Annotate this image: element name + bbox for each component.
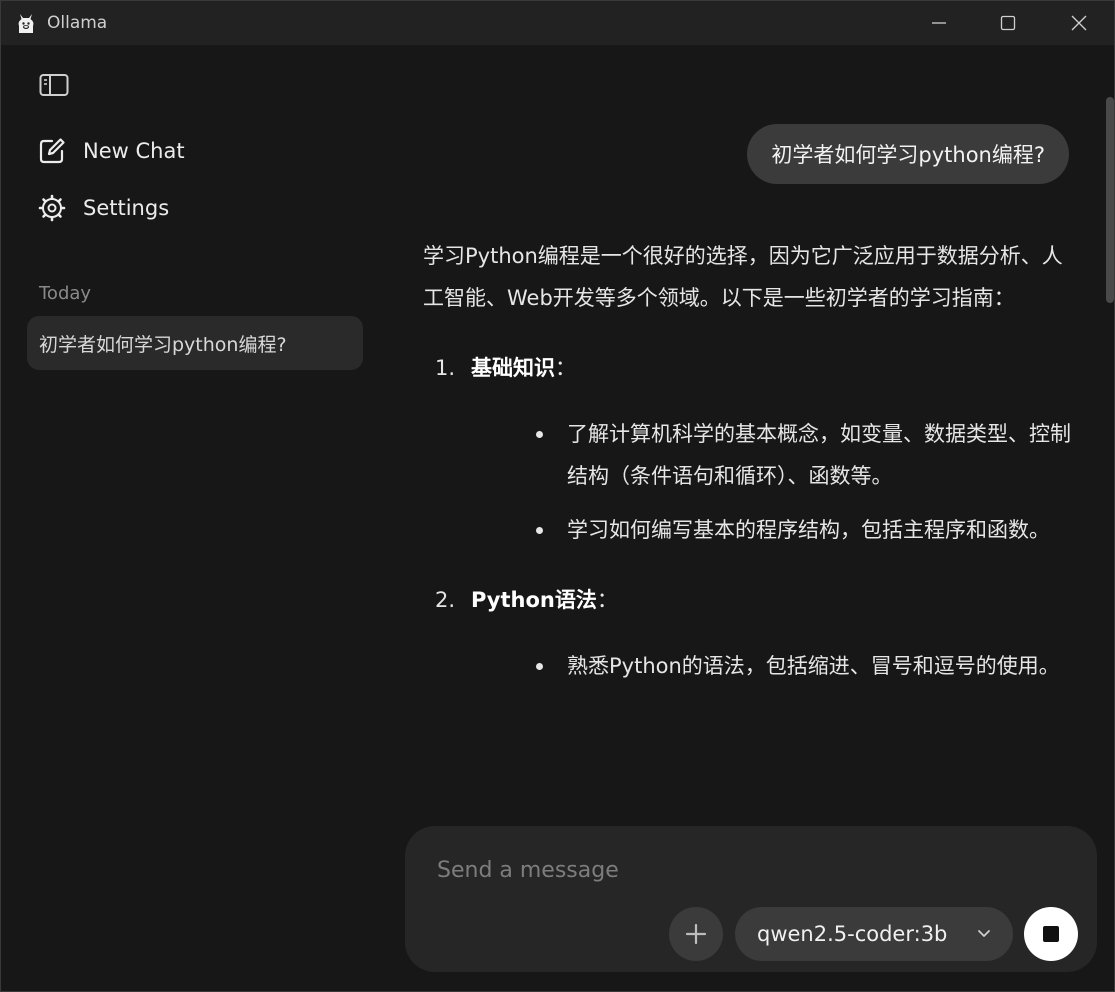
message-composer: qwen2.5-coder:3b — [405, 826, 1097, 972]
close-button[interactable] — [1044, 1, 1114, 45]
sidebar-toggle-icon — [39, 74, 69, 96]
sidebar: New Chat Settings Today 初学者如何学习python编程? — [1, 45, 385, 991]
chevron-down-icon — [978, 930, 990, 937]
new-chat-label: New Chat — [83, 139, 185, 163]
section-title: 基础知识 — [471, 356, 555, 380]
response-list: 1. 基础知识： 了解计算机科学的基本概念，如变量、数据类型、控制结构（条件语句和… — [423, 347, 1073, 687]
stop-generation-button[interactable] — [1024, 907, 1078, 961]
bullet-list: 熟悉Python的语法，包括缩进、冒号和逗号的使用。 — [471, 645, 1073, 687]
bullet-item: 熟悉Python的语法，包括缩进、冒号和逗号的使用。 — [471, 645, 1073, 687]
maximize-icon — [1000, 15, 1016, 31]
title-bar: Ollama — [1, 1, 1114, 45]
message-input[interactable] — [435, 852, 1059, 888]
minimize-button[interactable] — [904, 1, 974, 45]
history-section-today: Today — [39, 283, 92, 304]
response-intro: 学习Python编程是一个很好的选择，因为它广泛应用于数据分析、人工智能、Web… — [423, 244, 1063, 310]
plus-icon — [685, 923, 707, 945]
stop-icon — [1043, 926, 1059, 942]
edit-icon — [37, 136, 67, 166]
chat-history-item[interactable]: 初学者如何学习python编程? — [27, 316, 363, 370]
list-item: 2. Python语法： 熟悉Python的语法，包括缩进、冒号和逗号的使用。 — [423, 579, 1073, 687]
maximize-button[interactable] — [973, 1, 1043, 45]
settings-button[interactable]: Settings — [37, 190, 169, 226]
llama-icon — [15, 11, 37, 35]
app-window: Ollama New Chat Settings Today 初学者如何学习py… — [0, 0, 1115, 992]
scrollbar-thumb[interactable] — [1106, 97, 1114, 303]
assistant-response: 学习Python编程是一个很好的选择，因为它广泛应用于数据分析、人工智能、Web… — [423, 235, 1073, 715]
chat-panel: 初学者如何学习python编程? 学习Python编程是一个很好的选择，因为它广… — [385, 45, 1114, 991]
minimize-icon — [932, 22, 946, 24]
settings-label: Settings — [83, 196, 170, 220]
bullet-list: 了解计算机科学的基本概念，如变量、数据类型、控制结构（条件语句和循环）、函数等。… — [471, 413, 1073, 551]
close-icon — [1071, 15, 1087, 31]
list-item: 1. 基础知识： 了解计算机科学的基本概念，如变量、数据类型、控制结构（条件语句和… — [423, 347, 1073, 551]
bullet-item: 学习如何编写基本的程序结构，包括主程序和函数。 — [471, 509, 1073, 551]
new-chat-button[interactable]: New Chat — [37, 133, 185, 169]
model-selector[interactable]: qwen2.5-coder:3b — [735, 907, 1013, 961]
section-title: Python语法 — [471, 588, 597, 612]
user-message-bubble: 初学者如何学习python编程? — [747, 124, 1069, 184]
gear-icon — [37, 193, 67, 223]
model-name: qwen2.5-coder:3b — [757, 922, 948, 946]
sidebar-toggle-button[interactable] — [37, 71, 71, 99]
window-title: Ollama — [47, 13, 108, 33]
bullet-item: 了解计算机科学的基本概念，如变量、数据类型、控制结构（条件语句和循环）、函数等。 — [471, 413, 1073, 497]
attach-button[interactable] — [669, 907, 723, 961]
